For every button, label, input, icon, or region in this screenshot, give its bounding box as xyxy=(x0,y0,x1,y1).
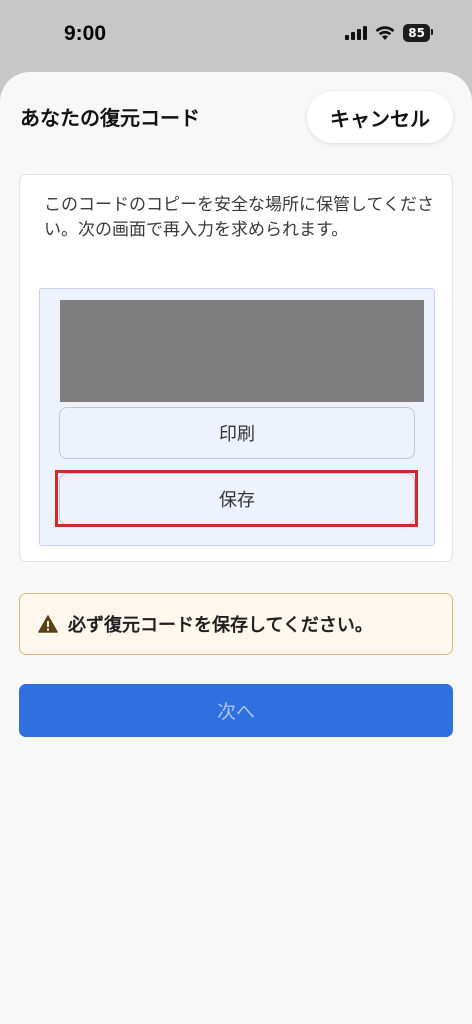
status-bar: 9:00 85 xyxy=(0,0,472,70)
warning-triangle-icon xyxy=(38,615,58,633)
print-button[interactable]: 印刷 xyxy=(59,407,415,459)
save-button[interactable]: 保存 xyxy=(59,473,415,525)
recovery-code-redacted xyxy=(60,300,424,402)
recovery-code-sheet: あなたの復元コード キャンセル このコードのコピーを安全な場所に保管してください… xyxy=(0,72,472,1024)
card-description: このコードのコピーを安全な場所に保管してください。次の画面で再入力を求められます… xyxy=(44,195,434,240)
code-panel: 印刷 保存 xyxy=(39,288,435,546)
next-button[interactable]: 次へ xyxy=(19,684,453,737)
warning-banner: 必ず復元コードを保存してください。 xyxy=(19,593,453,655)
battery-indicator: 85 xyxy=(403,24,433,42)
page-title: あなたの復元コード xyxy=(20,106,200,130)
recovery-code-card: このコードのコピーを安全な場所に保管してください。次の画面で再入力を求められます… xyxy=(19,174,453,562)
cellular-signal-icon xyxy=(345,26,368,40)
status-time: 9:00 xyxy=(64,22,107,45)
wifi-icon xyxy=(375,25,395,40)
cancel-button[interactable]: キャンセル xyxy=(307,91,453,143)
warning-text: 必ず復元コードを保存してください。 xyxy=(68,615,373,636)
status-icons: 85 xyxy=(345,24,433,42)
